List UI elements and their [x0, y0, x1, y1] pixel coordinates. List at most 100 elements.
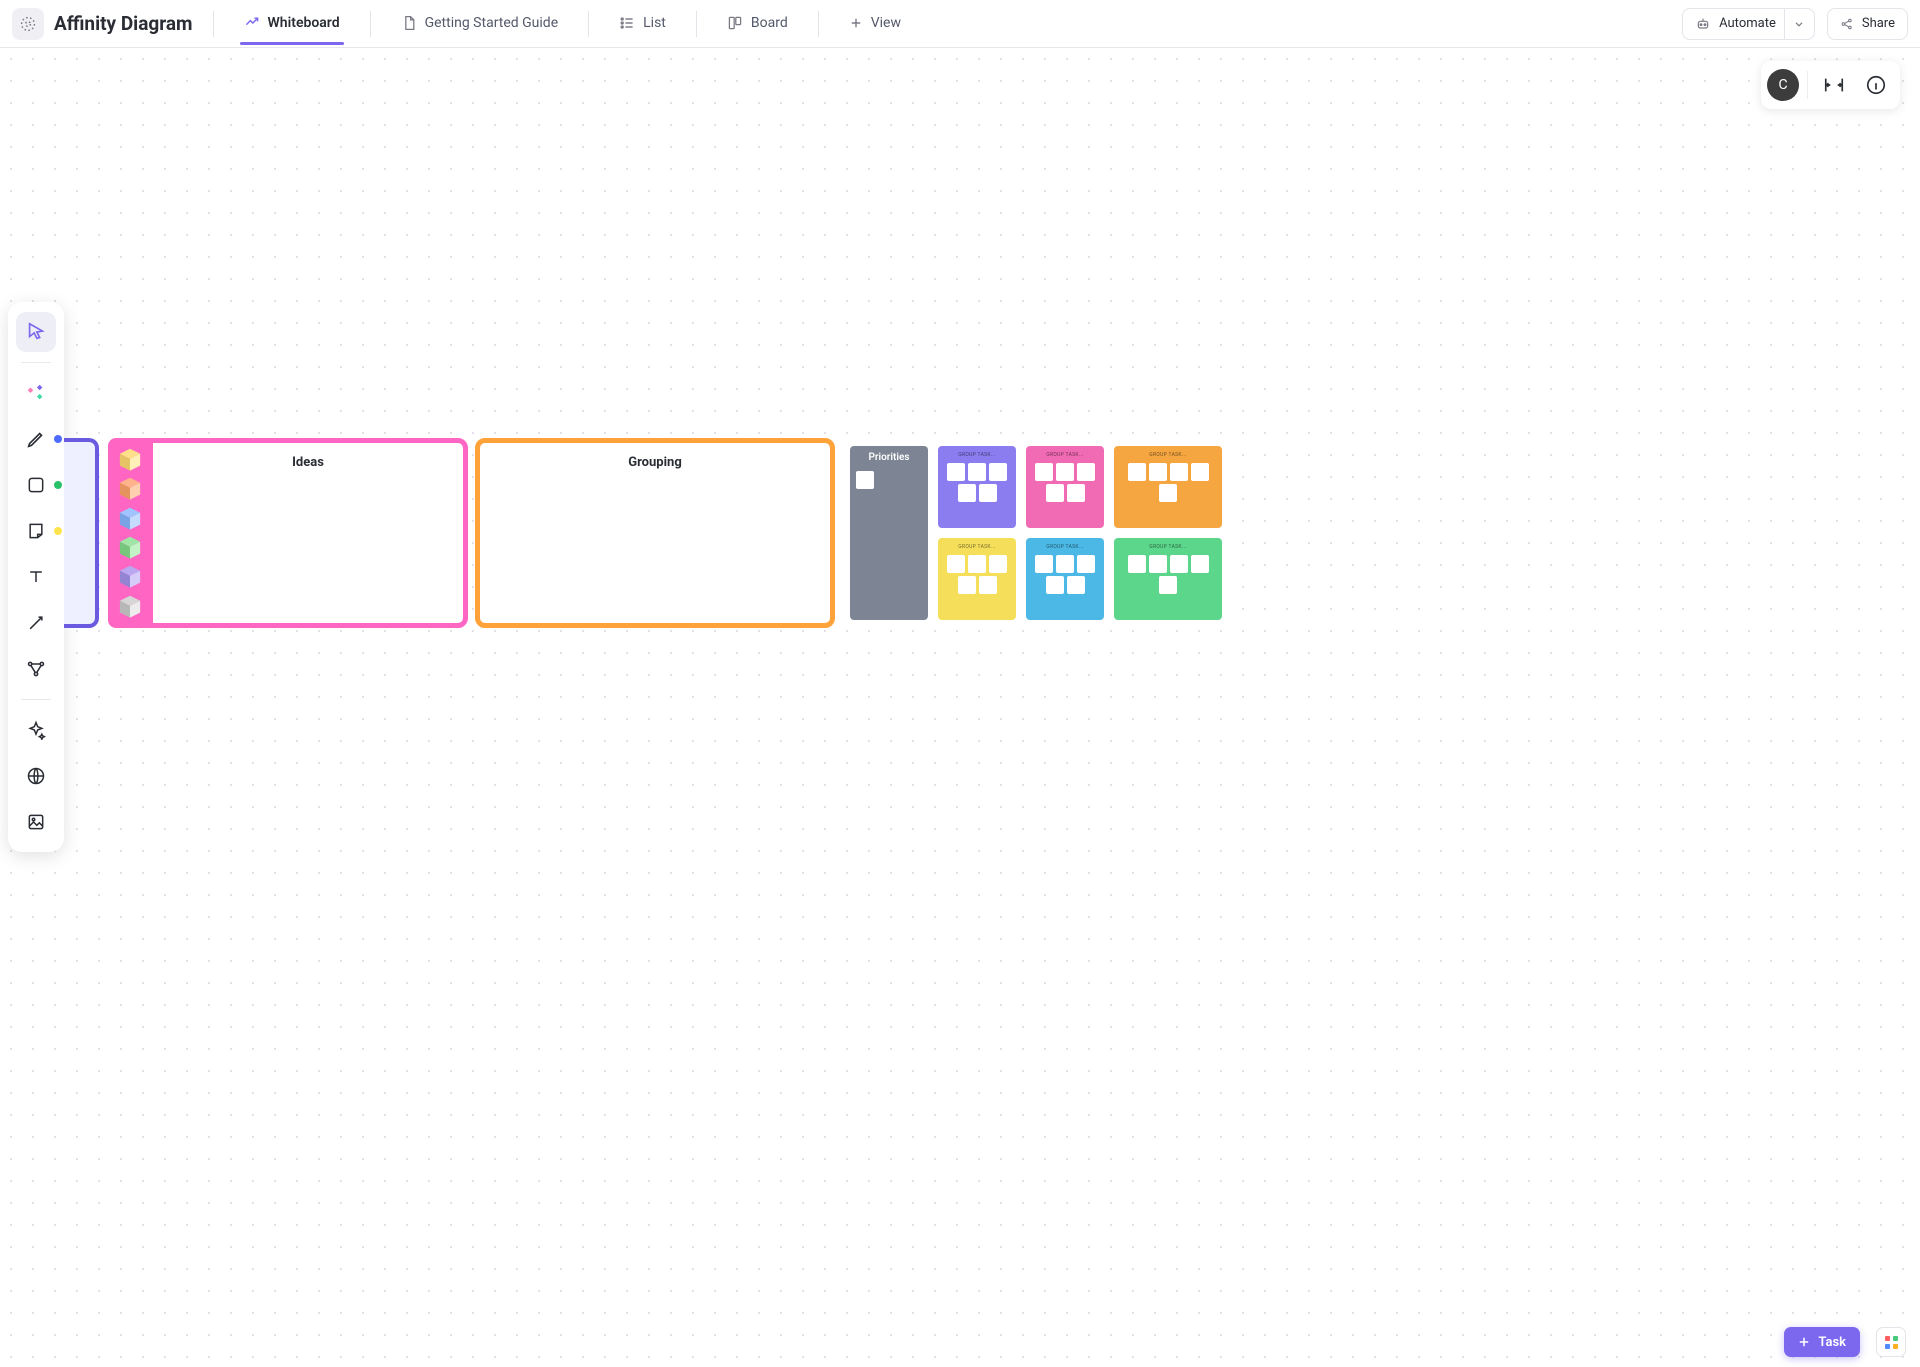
share-label: Share	[1862, 16, 1895, 31]
pen-tool[interactable]	[16, 419, 56, 459]
add-view[interactable]: View	[839, 3, 911, 44]
card-slot[interactable]	[1170, 463, 1188, 481]
group-label: GROUP TASK...	[1031, 544, 1099, 550]
card-slot[interactable]	[1128, 463, 1146, 481]
card-slot[interactable]	[1077, 463, 1095, 481]
group-card[interactable]: GROUP TASK...	[938, 538, 1016, 620]
divider	[588, 11, 589, 37]
card-slot[interactable]	[958, 484, 976, 502]
card-slot[interactable]	[1035, 555, 1053, 573]
frame-edge[interactable]	[64, 438, 99, 628]
color-indicator	[54, 527, 62, 535]
groups-frame[interactable]: GROUP TASK... GROUP TASK... GROUP TASK..…	[842, 438, 1202, 628]
divider	[213, 11, 214, 37]
tab-label: List	[643, 15, 666, 31]
card-slot[interactable]	[947, 463, 965, 481]
list-icon	[619, 15, 635, 31]
card-slot[interactable]	[1159, 576, 1177, 594]
select-tool[interactable]	[16, 312, 56, 352]
group-card[interactable]: GROUP TASK...	[1114, 446, 1222, 528]
card-slot[interactable]	[1149, 463, 1167, 481]
board-icon	[727, 15, 743, 31]
connector-icon	[26, 613, 46, 633]
image-icon	[26, 812, 46, 832]
automate-button[interactable]: Automate	[1682, 8, 1815, 40]
card-slot[interactable]	[989, 463, 1007, 481]
task-label: Task	[1818, 1335, 1846, 1350]
sparkle-tool[interactable]	[16, 710, 56, 750]
page-title: Affinity Diagram	[54, 12, 193, 35]
card-slot[interactable]	[979, 484, 997, 502]
tab-getting-started[interactable]: Getting Started Guide	[391, 3, 569, 44]
cube-icon	[117, 535, 143, 560]
info-button[interactable]	[1858, 67, 1894, 103]
card-slot[interactable]	[958, 576, 976, 594]
network-tool[interactable]	[16, 649, 56, 689]
doc-icon	[401, 15, 417, 31]
priorities-panel[interactable]: Priorities	[850, 446, 928, 620]
card-slot[interactable]	[947, 555, 965, 573]
whiteboard-canvas[interactable]: C	[0, 48, 1920, 1367]
card-slot[interactable]	[1035, 463, 1053, 481]
automate-caret[interactable]	[1784, 9, 1814, 39]
apps-button[interactable]	[1876, 1327, 1906, 1357]
priority-slot[interactable]	[856, 471, 874, 489]
image-tool[interactable]	[16, 802, 56, 842]
sticky-note-icon	[26, 521, 46, 541]
ai-tool[interactable]	[16, 373, 56, 413]
cube-icon	[117, 594, 143, 619]
card-slot[interactable]	[968, 555, 986, 573]
workspace-icon[interactable]	[12, 8, 44, 40]
card-slot[interactable]	[1170, 555, 1188, 573]
network-icon	[26, 659, 46, 679]
group-label: GROUP TASK...	[1119, 452, 1217, 458]
fit-width-icon	[1823, 74, 1845, 96]
card-slot[interactable]	[1056, 463, 1074, 481]
card-slot[interactable]	[1067, 484, 1085, 502]
color-legend[interactable]	[108, 438, 148, 628]
grouping-frame[interactable]: Grouping	[475, 438, 835, 628]
card-slot[interactable]	[1046, 576, 1064, 594]
card-slot[interactable]	[1191, 463, 1209, 481]
header-bar: Affinity Diagram Whiteboard Getting Star…	[0, 0, 1920, 48]
card-slot[interactable]	[1067, 576, 1085, 594]
header-left: Affinity Diagram Whiteboard Getting Star…	[12, 3, 911, 44]
ai-shapes-icon	[25, 382, 47, 404]
divider	[818, 11, 819, 37]
divider	[696, 11, 697, 37]
shape-tool[interactable]	[16, 465, 56, 505]
card-slot[interactable]	[1077, 555, 1095, 573]
tab-list[interactable]: List	[609, 3, 676, 44]
card-slot[interactable]	[989, 555, 1007, 573]
card-slot[interactable]	[979, 576, 997, 594]
group-card[interactable]: GROUP TASK...	[1026, 446, 1104, 528]
card-slot[interactable]	[1056, 555, 1074, 573]
ideas-frame[interactable]: Ideas	[148, 438, 468, 628]
group-card[interactable]: GROUP TASK...	[1026, 538, 1104, 620]
card-slot[interactable]	[1159, 484, 1177, 502]
tab-board[interactable]: Board	[717, 3, 798, 44]
card-slot[interactable]	[968, 463, 986, 481]
tab-whiteboard[interactable]: Whiteboard	[234, 3, 350, 44]
card-slot[interactable]	[1191, 555, 1209, 573]
group-card[interactable]: GROUP TASK...	[1114, 538, 1222, 620]
new-task-button[interactable]: Task	[1784, 1327, 1860, 1357]
card-slot[interactable]	[1128, 555, 1146, 573]
fit-to-screen-button[interactable]	[1816, 67, 1852, 103]
tab-label: Getting Started Guide	[425, 15, 559, 31]
card-slot[interactable]	[1149, 555, 1167, 573]
card-slot[interactable]	[1046, 484, 1064, 502]
chevron-down-icon	[1793, 18, 1805, 30]
web-tool[interactable]	[16, 756, 56, 796]
avatar[interactable]: C	[1767, 69, 1799, 101]
sticky-note-tool[interactable]	[16, 511, 56, 551]
share-button[interactable]: Share	[1827, 8, 1908, 40]
divider	[21, 362, 51, 363]
group-card[interactable]: GROUP TASK...	[938, 446, 1016, 528]
divider	[370, 11, 371, 37]
text-tool[interactable]	[16, 557, 56, 597]
cube-icon	[117, 447, 143, 472]
cursor-icon	[25, 321, 47, 343]
color-indicator	[54, 435, 62, 443]
connector-tool[interactable]	[16, 603, 56, 643]
